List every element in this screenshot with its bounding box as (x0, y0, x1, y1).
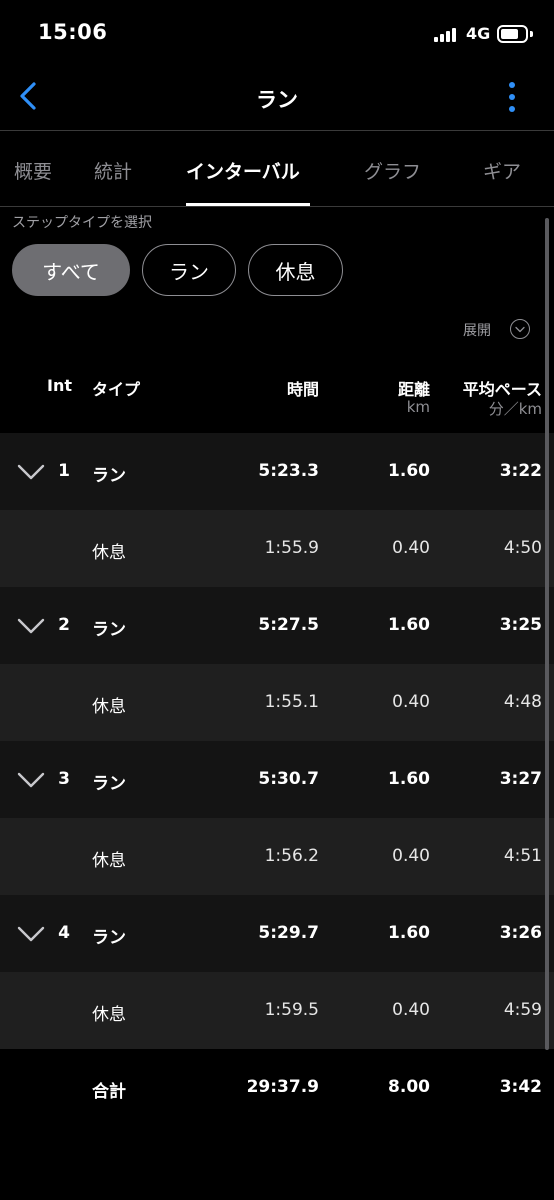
column-header-distance: 距離 (397, 380, 430, 399)
more-vertical-icon (509, 82, 515, 88)
interval-distance: 1.60 (388, 923, 430, 943)
interval-row-rest: 休息 1:59.5 0.40 4:59 (0, 972, 554, 1049)
interval-number: 3 (58, 769, 70, 789)
column-unit-distance: km (406, 398, 430, 416)
interval-distance: 0.40 (392, 538, 430, 558)
tab-gear[interactable]: ギア (483, 157, 521, 184)
more-options-button[interactable] (500, 80, 524, 114)
expand-all-row[interactable]: 展開 (0, 316, 554, 356)
status-bar: 15:06 4G (0, 0, 554, 66)
total-distance: 8.00 (388, 1077, 430, 1097)
column-header-int: Int (47, 376, 72, 395)
tab-intervals[interactable]: インターバル (186, 157, 300, 184)
chevron-down-icon (515, 326, 525, 333)
interval-type: ラン (92, 928, 126, 948)
interval-pace: 3:25 (499, 615, 542, 635)
interval-pace: 4:59 (503, 1000, 542, 1020)
total-row: 合計 29:37.9 8.00 3:42 (0, 1049, 554, 1126)
interval-pace: 3:26 (499, 923, 542, 943)
tab-stats[interactable]: 統計 (94, 157, 132, 184)
interval-time: 1:55.1 (264, 692, 319, 712)
interval-pace: 3:27 (499, 769, 542, 789)
filter-chip-all[interactable]: すべて (12, 244, 130, 296)
page-title: ラン (256, 88, 298, 112)
network-type-label: 4G (466, 24, 491, 43)
interval-time: 1:59.5 (264, 1000, 319, 1020)
total-time: 29:37.9 (246, 1077, 319, 1097)
status-time: 15:06 (38, 20, 108, 44)
interval-pace: 4:51 (503, 846, 542, 866)
interval-pace: 3:22 (499, 461, 542, 481)
interval-row-rest: 休息 1:56.2 0.40 4:51 (0, 818, 554, 895)
filter-chip-rest[interactable]: 休息 (248, 244, 343, 296)
column-header-type: タイプ (92, 380, 141, 399)
navigation-bar: ラン (0, 66, 554, 131)
interval-distance: 1.60 (388, 461, 430, 481)
interval-pace: 4:50 (503, 538, 542, 558)
battery-icon (497, 25, 528, 43)
interval-type: 休息 (92, 851, 126, 871)
expand-all-label: 展開 (463, 323, 491, 339)
interval-number: 1 (58, 461, 70, 481)
step-type-filter-label: ステップタイプを選択 (12, 215, 152, 231)
interval-time: 5:30.7 (258, 769, 319, 789)
scrollbar[interactable] (545, 218, 549, 1050)
interval-row-run[interactable]: 2 ラン 5:27.5 1.60 3:25 (0, 587, 554, 664)
tab-overview[interactable]: 概要 (14, 157, 52, 184)
column-header-time: 時間 (286, 380, 319, 399)
interval-type: ラン (92, 620, 126, 640)
interval-row-run[interactable]: 3 ラン 5:30.7 1.60 3:27 (0, 741, 554, 818)
app-screen: 15:06 4G ラン 概要 統計 インターバル グラフ ギア ステップタイプを… (0, 0, 554, 1200)
filter-chip-run[interactable]: ラン (142, 244, 236, 296)
interval-type: 休息 (92, 1005, 126, 1025)
column-header-pace: 平均ペース (462, 380, 542, 399)
interval-time: 1:56.2 (264, 846, 319, 866)
interval-row-rest: 休息 1:55.1 0.40 4:48 (0, 664, 554, 741)
tab-bar: 概要 統計 インターバル グラフ ギア (0, 132, 554, 207)
active-tab-indicator (186, 203, 310, 206)
interval-row-run[interactable]: 1 ラン 5:23.3 1.60 3:22 (0, 433, 554, 510)
interval-distance: 0.40 (392, 1000, 430, 1020)
interval-type: ラン (92, 466, 126, 486)
interval-row-run[interactable]: 4 ラン 5:29.7 1.60 3:26 (0, 895, 554, 972)
interval-time: 5:29.7 (258, 923, 319, 943)
interval-type: 休息 (92, 543, 126, 563)
interval-number: 4 (58, 923, 70, 943)
interval-type: ラン (92, 774, 126, 794)
battery-tip (530, 31, 533, 37)
tab-graphs[interactable]: グラフ (364, 157, 421, 184)
interval-row-rest: 休息 1:55.9 0.40 4:50 (0, 510, 554, 587)
interval-pace: 4:48 (503, 692, 542, 712)
table-header: Int タイプ 時間 距離 km 平均ペース 分／km (0, 356, 554, 433)
interval-distance: 0.40 (392, 846, 430, 866)
cellular-signal-icon (434, 27, 460, 42)
interval-distance: 0.40 (392, 692, 430, 712)
column-unit-pace: 分／km (488, 400, 542, 418)
total-pace: 3:42 (499, 1077, 542, 1097)
interval-distance: 1.60 (388, 615, 430, 635)
interval-type: 休息 (92, 697, 126, 717)
interval-number: 2 (58, 615, 70, 635)
interval-time: 5:23.3 (258, 461, 319, 481)
interval-time: 5:27.5 (258, 615, 319, 635)
interval-distance: 1.60 (388, 769, 430, 789)
expand-all-button[interactable] (510, 319, 530, 339)
interval-time: 1:55.9 (264, 538, 319, 558)
total-label: 合計 (92, 1082, 126, 1102)
